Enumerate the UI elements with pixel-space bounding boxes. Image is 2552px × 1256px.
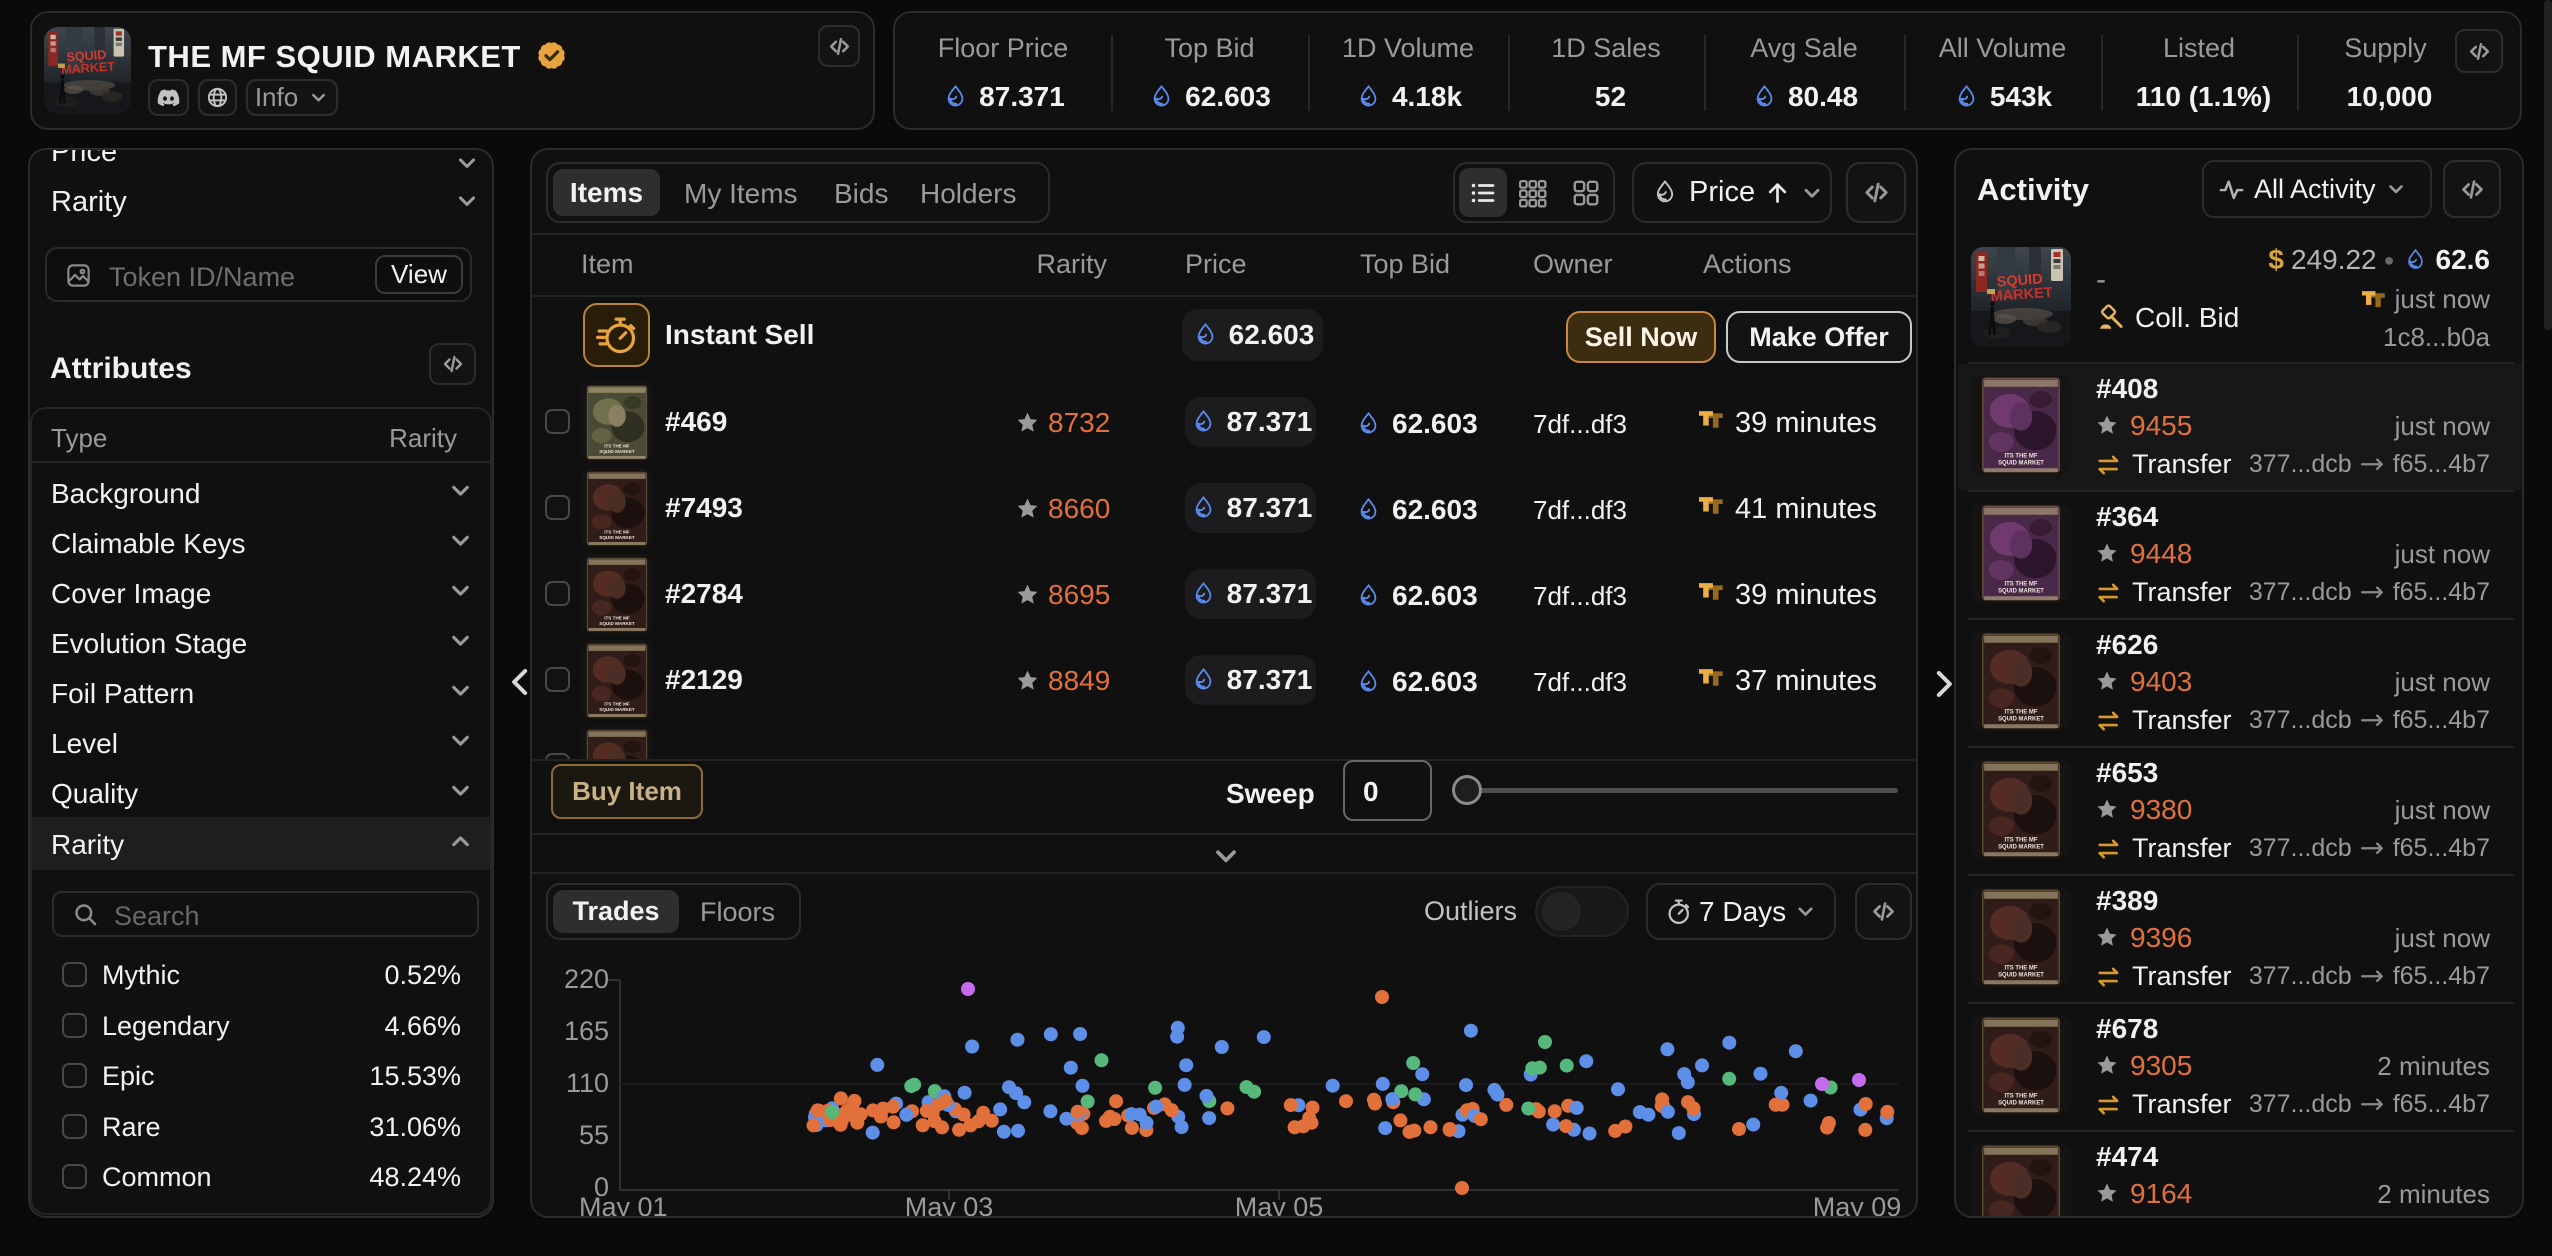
- svg-text:ITS THE MF: ITS THE MF: [2005, 582, 2038, 588]
- svg-text:ITS THE MF: ITS THE MF: [2005, 710, 2038, 716]
- svg-text:SQUID MARKET: SQUID MARKET: [1998, 717, 2044, 723]
- svg-text:SQUID MARKET: SQUID MARKET: [1998, 973, 2044, 979]
- svg-text:SQUID MARKET: SQUID MARKET: [1998, 1101, 2044, 1107]
- svg-text:SQUID MARKET: SQUID MARKET: [1998, 845, 2044, 851]
- svg-text:ITS THE MF: ITS THE MF: [2005, 1094, 2038, 1100]
- svg-text:ITS THE MF: ITS THE MF: [2005, 454, 2038, 460]
- svg-text:ITS THE MF: ITS THE MF: [2005, 838, 2038, 844]
- svg-text:ITS THE MF: ITS THE MF: [2005, 966, 2038, 972]
- svg-text:SQUID MARKET: SQUID MARKET: [1998, 461, 2044, 467]
- svg-text:SQUID MARKET: SQUID MARKET: [1998, 589, 2044, 595]
